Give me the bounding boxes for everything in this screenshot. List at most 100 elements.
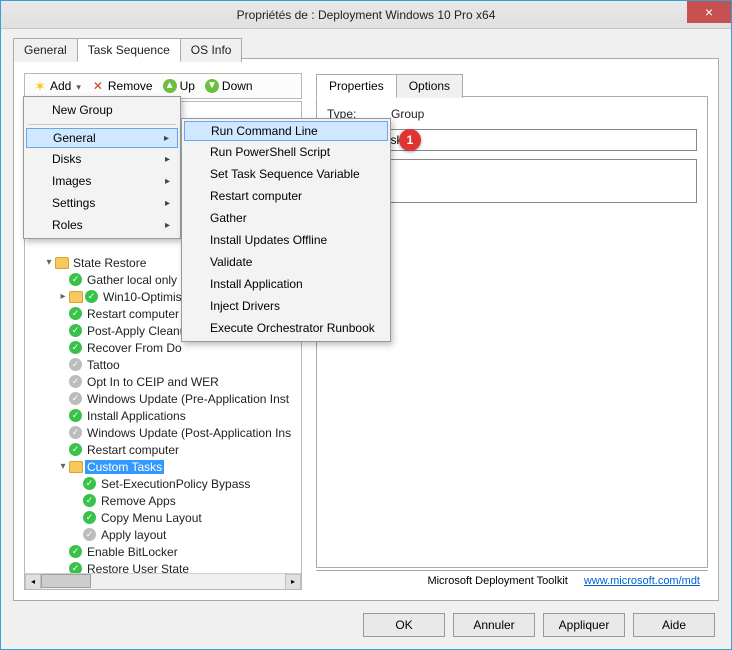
tree-node-label: Windows Update (Post-Application Ins [85, 426, 293, 440]
menu-item[interactable]: General▸ [26, 128, 178, 148]
callout-badge: 1 [399, 129, 421, 151]
disabled-icon [83, 528, 96, 541]
tree-node[interactable]: Apply layout [25, 526, 301, 543]
check-icon [69, 307, 82, 320]
scroll-thumb[interactable] [41, 574, 91, 588]
add-icon [33, 79, 47, 93]
submenu-arrow-icon: ▸ [165, 198, 170, 209]
tab-properties[interactable]: Properties [316, 74, 397, 98]
check-icon [83, 511, 96, 524]
disabled-icon [69, 426, 82, 439]
check-icon [85, 290, 98, 303]
tree-node[interactable]: Set-ExecutionPolicy Bypass [25, 475, 301, 492]
tree-node-label: Windows Update (Pre-Application Inst [85, 392, 291, 406]
tree-node[interactable]: ▾ Custom Tasks [25, 458, 301, 475]
tab-os-info[interactable]: OS Info [180, 38, 243, 62]
folder-icon [55, 257, 69, 269]
check-icon [69, 562, 82, 573]
scroll-right-icon[interactable]: ▸ [285, 574, 301, 590]
callout-label: 1 [407, 133, 414, 147]
tree-node[interactable]: Tattoo [25, 356, 301, 373]
check-icon [69, 341, 82, 354]
tree-node-label: Restart computer [85, 307, 181, 321]
tree-node[interactable]: Copy Menu Layout [25, 509, 301, 526]
tree-node[interactable]: Enable BitLocker [25, 543, 301, 560]
tree-node-label: Restart computer [85, 443, 181, 457]
close-icon: × [705, 4, 713, 20]
menu-item[interactable]: Validate [184, 251, 388, 273]
menu-item[interactable]: Execute Orchestrator Runbook [184, 317, 388, 339]
comments-input[interactable] [337, 159, 697, 203]
tree-node[interactable]: Remove Apps [25, 492, 301, 509]
menu-item[interactable]: Run PowerShell Script [184, 141, 388, 163]
disabled-icon [69, 392, 82, 405]
apply-button[interactable]: Appliquer [543, 613, 625, 637]
check-icon [83, 494, 96, 507]
down-label: Down [222, 79, 253, 93]
tab-options[interactable]: Options [396, 74, 463, 98]
remove-label: Remove [108, 79, 153, 93]
check-icon [69, 409, 82, 422]
general-submenu: Run Command LineRun PowerShell ScriptSet… [181, 118, 391, 342]
collapse-icon[interactable]: ▾ [43, 257, 55, 268]
menu-item[interactable]: Inject Drivers [184, 295, 388, 317]
tree-node-label: Gather local only [85, 273, 179, 287]
menu-item[interactable]: Roles▸ [26, 214, 178, 236]
tree-node-label: Remove Apps [99, 494, 178, 508]
tree-node-label: Set-ExecutionPolicy Bypass [99, 477, 252, 491]
tree-node-label: Post-Apply Cleanu [85, 324, 188, 338]
tab-general[interactable]: General [13, 38, 78, 62]
product-link[interactable]: www.microsoft.com/mdt [584, 575, 700, 587]
collapse-icon[interactable]: ▾ [57, 461, 69, 472]
scroll-left-icon[interactable]: ◂ [25, 574, 41, 590]
tree-node-label: Apply layout [99, 528, 168, 542]
down-button[interactable]: Down [201, 77, 257, 95]
tree-node-label: Restore User State [85, 562, 191, 574]
up-label: Up [180, 79, 195, 93]
menu-item[interactable]: Set Task Sequence Variable [184, 163, 388, 185]
tree-node-label: State Restore [71, 256, 148, 270]
tree-node-label: Recover From Do [85, 341, 184, 355]
menu-item[interactable]: New Group [26, 99, 178, 121]
menu-item[interactable]: Restart computer [184, 185, 388, 207]
tree-node[interactable]: Windows Update (Post-Application Ins [25, 424, 301, 441]
menu-item[interactable]: Images▸ [26, 170, 178, 192]
up-button[interactable]: Up [159, 77, 199, 95]
menu-item[interactable]: Disks▸ [26, 148, 178, 170]
folder-icon [69, 291, 83, 303]
menu-item[interactable]: Settings▸ [26, 192, 178, 214]
menu-item[interactable]: Gather [184, 207, 388, 229]
dialog-buttons: OK Annuler Appliquer Aide [363, 613, 715, 637]
check-icon [69, 545, 82, 558]
product-label: Microsoft Deployment Toolkit [427, 575, 567, 587]
name-input[interactable] [337, 129, 697, 151]
add-button[interactable]: Add [29, 77, 85, 95]
check-icon [69, 443, 82, 456]
tree-node-label: Custom Tasks [85, 460, 164, 474]
ok-button[interactable]: OK [363, 613, 445, 637]
submenu-arrow-icon: ▸ [165, 220, 170, 231]
tree-node-label: Enable BitLocker [85, 545, 180, 559]
tree-node[interactable]: Restart computer [25, 441, 301, 458]
tree-node[interactable]: Install Applications [25, 407, 301, 424]
menu-item[interactable]: Install Updates Offline [184, 229, 388, 251]
menu-item[interactable]: Run Command Line [184, 121, 388, 141]
close-button[interactable]: × [687, 1, 731, 23]
menu-item[interactable]: Install Application [184, 273, 388, 295]
remove-icon [91, 79, 105, 93]
tab-task-sequence[interactable]: Task Sequence [77, 38, 181, 62]
submenu-arrow-icon: ▸ [165, 154, 170, 165]
tree-node-label: Opt In to CEIP and WER [85, 375, 221, 389]
tree-node[interactable]: Restore User State [25, 560, 301, 573]
tree-node[interactable]: Opt In to CEIP and WER [25, 373, 301, 390]
help-button[interactable]: Aide [633, 613, 715, 637]
horizontal-scrollbar[interactable]: ◂ ▸ [25, 573, 301, 589]
type-value: Group [391, 107, 424, 121]
disabled-icon [69, 358, 82, 371]
folder-icon [69, 461, 83, 473]
window: Propriétés de : Deployment Windows 10 Pr… [0, 0, 732, 650]
remove-button[interactable]: Remove [87, 77, 157, 95]
tree-node[interactable]: Windows Update (Pre-Application Inst [25, 390, 301, 407]
cancel-button[interactable]: Annuler [453, 613, 535, 637]
expand-icon[interactable]: ▸ [57, 291, 69, 302]
